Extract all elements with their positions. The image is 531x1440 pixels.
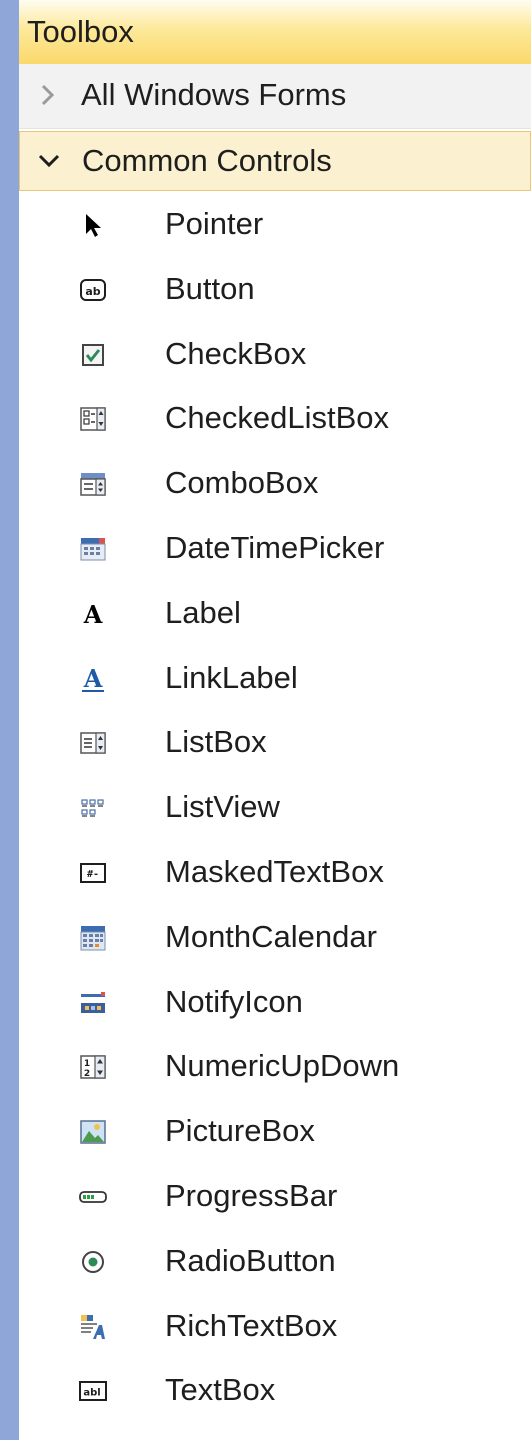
item-label: Pointer (165, 206, 264, 241)
toolbox-item-pointer[interactable]: Pointer (19, 193, 531, 258)
category-label: All Windows Forms (81, 77, 347, 112)
toolbox-item-list: Pointer ab Button CheckBox CheckedListBo… (19, 191, 531, 1424)
numeric-up-down-icon-glyph-top: 1 (84, 1059, 90, 1069)
item-label: CheckBox (165, 335, 307, 371)
toolbox-title-bar: Toolbox (19, 0, 531, 64)
panel-title: Toolbox (27, 14, 134, 49)
toolbox-item-checkbox[interactable]: CheckBox (19, 323, 531, 388)
category-label: Common Controls (82, 143, 332, 178)
list-view-icon (79, 794, 107, 822)
rich-text-box-icon (79, 1313, 107, 1341)
item-label: LinkLabel (165, 659, 298, 695)
item-label: RichTextBox (165, 1307, 338, 1343)
item-label: PictureBox (165, 1113, 315, 1149)
toolbox-item-picture-box[interactable]: PictureBox (19, 1100, 531, 1165)
item-label: ProgressBar (165, 1177, 338, 1213)
item-label: MaskedTextBox (165, 853, 384, 889)
toolbox-item-label[interactable]: A Label (19, 582, 531, 647)
picture-box-icon (79, 1118, 107, 1146)
toolbox-item-numeric-up-down[interactable]: 1 2 NumericUpDown (19, 1035, 531, 1100)
radio-button-icon (79, 1248, 107, 1276)
category-common-controls[interactable]: Common Controls (19, 131, 531, 191)
toolbox-item-rich-text-box[interactable]: RichTextBox (19, 1295, 531, 1360)
toolbox-item-progress-bar[interactable]: ProgressBar (19, 1165, 531, 1230)
toolbox-item-text-box[interactable]: abl TextBox (19, 1359, 531, 1424)
toolbox-item-masked-text-box[interactable]: #- MaskedTextBox (19, 841, 531, 906)
toolbox-item-checked-list-box[interactable]: CheckedListBox (19, 387, 531, 452)
item-label: MonthCalendar (165, 918, 377, 954)
notify-icon-icon (79, 989, 107, 1017)
pointer-icon (79, 211, 107, 239)
list-box-icon (79, 729, 107, 757)
item-label: DateTimePicker (165, 529, 385, 565)
toolbox-item-notify-icon[interactable]: NotifyIcon (19, 971, 531, 1036)
item-label: ListView (165, 789, 280, 825)
combo-box-icon (79, 470, 107, 498)
item-label: Label (165, 594, 241, 630)
item-label: RadioButton (165, 1242, 336, 1278)
toolbox-item-button[interactable]: ab Button (19, 258, 531, 323)
toolbox-item-date-time-picker[interactable]: DateTimePicker (19, 517, 531, 582)
toolbox-item-month-calendar[interactable]: MonthCalendar (19, 906, 531, 971)
masked-text-box-icon: #- (79, 859, 107, 887)
button-icon-glyph: ab (85, 285, 100, 298)
text-box-icon: abl (79, 1377, 107, 1405)
toolbox-panel: Toolbox All Windows Forms Common Control… (19, 0, 531, 1440)
category-all-windows-forms[interactable]: All Windows Forms (19, 64, 531, 129)
item-label: TextBox (165, 1372, 276, 1408)
date-time-picker-icon (79, 535, 107, 563)
toolbox-item-radio-button[interactable]: RadioButton (19, 1230, 531, 1295)
item-label: ComboBox (165, 465, 319, 501)
checkbox-icon (79, 341, 107, 369)
progress-bar-icon (79, 1183, 107, 1211)
item-label: NotifyIcon (165, 983, 303, 1019)
numeric-up-down-icon-glyph-bottom: 2 (84, 1069, 90, 1079)
text-box-icon-glyph: abl (83, 1388, 100, 1399)
label-icon-glyph: A (83, 600, 103, 628)
chevron-down-icon (36, 148, 62, 174)
chevron-right-icon (35, 82, 61, 108)
masked-text-box-icon-glyph: #- (87, 869, 99, 880)
toolbox-item-link-label[interactable]: A LinkLabel (19, 647, 531, 712)
toolbox-item-list-box[interactable]: ListBox (19, 711, 531, 776)
month-calendar-icon (79, 924, 107, 952)
toolbox-item-combo-box[interactable]: ComboBox (19, 452, 531, 517)
item-label: ListBox (165, 724, 267, 760)
toolbox-item-list-view[interactable]: ListView (19, 776, 531, 841)
label-icon: A (79, 600, 107, 628)
item-label: CheckedListBox (165, 400, 390, 436)
item-label: Button (165, 270, 255, 306)
checked-list-box-icon (79, 405, 107, 433)
numeric-up-down-icon: 1 2 (79, 1053, 107, 1081)
link-label-icon: A (79, 665, 107, 693)
button-icon: ab (79, 276, 107, 304)
link-label-icon-glyph: A (83, 665, 103, 693)
item-label: NumericUpDown (165, 1048, 400, 1084)
